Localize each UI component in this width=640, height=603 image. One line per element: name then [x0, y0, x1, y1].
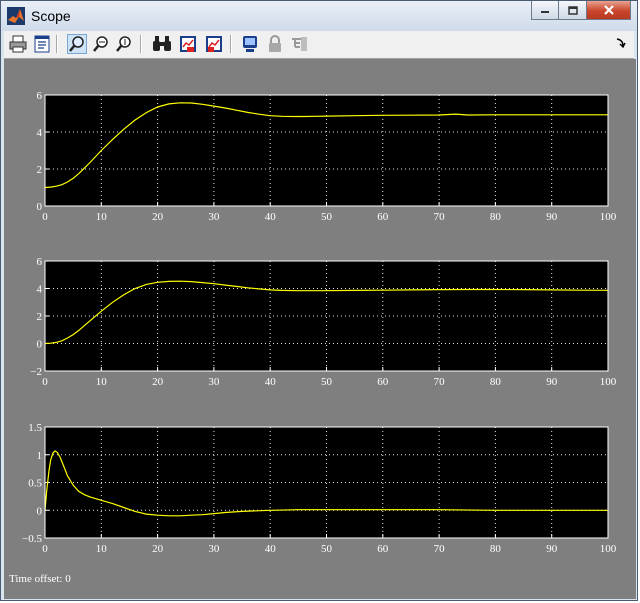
dock-button[interactable]: [616, 37, 626, 51]
zoom-icon: [69, 36, 84, 52]
x-tick-label: 20: [152, 376, 164, 388]
x-tick-label: 60: [377, 211, 389, 223]
plot-area: 0 10 20 30 40 50 60 70 80 90 100 0 2 4 6 0 10 20 30 40 50 60 7…: [4, 59, 636, 599]
window-title: Scope: [31, 8, 71, 24]
signal-selection-button[interactable]: [290, 34, 310, 54]
y-tick-label: 0: [37, 339, 43, 351]
floating-scope-button[interactable]: [240, 34, 260, 54]
maximize-icon: [567, 5, 578, 15]
x-tick-label: 80: [490, 376, 502, 388]
x-tick-label: 20: [152, 211, 164, 223]
scope-window: Scope 0 10 20 30 40 50 60 70 80 90 100 0…: [0, 0, 638, 601]
print-button[interactable]: [8, 34, 28, 54]
x-tick-label: 30: [208, 543, 220, 555]
x-tick-label: 50: [321, 211, 333, 223]
dock-arrow-icon: [616, 38, 626, 49]
x-tick-label: 70: [434, 376, 446, 388]
title-bar[interactable]: Scope: [1, 1, 637, 31]
y-tick-label: 1.5: [28, 422, 42, 434]
x-tick-label: 100: [600, 211, 617, 223]
autoscale-button[interactable]: [152, 34, 172, 54]
zoom-x-icon: [93, 36, 108, 52]
save-axes-button[interactable]: [178, 34, 198, 54]
x-tick-label: 90: [546, 211, 558, 223]
x-tick-label: 90: [546, 376, 558, 388]
signal-selection-icon: [292, 37, 307, 51]
x-tick-label: 0: [42, 376, 48, 388]
window-controls: [531, 1, 631, 20]
x-tick-label: 100: [600, 543, 617, 555]
scope-plots: 0 10 20 30 40 50 60 70 80 90 10002460 10 20 30 40 50 60 7…: [22, 90, 617, 555]
x-tick-label: 10: [96, 376, 108, 388]
zoom-y-icon: [116, 36, 131, 52]
restore-axes-button[interactable]: [204, 34, 224, 54]
x-tick-label: 50: [321, 543, 333, 555]
x-tick-label: 80: [490, 211, 502, 223]
toolbar: [4, 31, 634, 59]
minimize-button[interactable]: [531, 1, 559, 20]
x-tick-label: 30: [208, 376, 220, 388]
x-tick-label: 70: [434, 211, 446, 223]
y-tick-label: −2: [30, 366, 42, 378]
y-tick-label: 6: [37, 256, 43, 268]
x-tick-label: 20: [152, 543, 164, 555]
y-tick-label: 0: [37, 201, 43, 213]
x-tick-label: 0: [42, 543, 48, 555]
binoculars-icon: [153, 36, 171, 51]
x-tick-label: 90: [546, 543, 558, 555]
zoom-x-button[interactable]: [91, 34, 111, 54]
lock-axes-button[interactable]: [265, 34, 285, 54]
save-axes-icon: [180, 36, 196, 52]
time-offset-label: Time offset: 0: [9, 573, 71, 585]
x-tick-label: 40: [265, 211, 277, 223]
toolbar-separator: [140, 35, 142, 53]
printer-icon: [9, 35, 27, 53]
zoom-button[interactable]: [67, 34, 87, 54]
x-tick-label: 40: [265, 543, 277, 555]
x-tick-label: 100: [600, 376, 617, 388]
y-tick-label: 2: [37, 311, 43, 323]
y-tick-label: 2: [37, 164, 43, 176]
x-tick-label: 60: [377, 543, 389, 555]
restore-axes-icon: [206, 36, 222, 52]
scope-axes-1: 0 10 20 30 40 50 60 70 80 90 100 0 2 4 6: [37, 90, 617, 223]
x-tick-label: 50: [321, 376, 333, 388]
floating-scope-icon: [243, 36, 257, 52]
x-tick-label: 40: [265, 376, 277, 388]
x-tick-label: 80: [490, 543, 502, 555]
y-tick-label: 1: [37, 450, 43, 462]
y-tick-label: 4: [37, 127, 43, 139]
parameters-icon: [34, 35, 50, 53]
close-button[interactable]: [587, 1, 631, 20]
scope-axes-2: 0 10 20 30 40 50 60 70 80 90 100−20246: [30, 256, 616, 388]
x-tick-label: 70: [434, 543, 446, 555]
matlab-icon: [7, 7, 25, 25]
x-tick-label: 0: [42, 211, 48, 223]
parameters-button[interactable]: [32, 34, 52, 54]
y-tick-label: 4: [37, 284, 43, 296]
y-tick-label: 0.5: [28, 478, 42, 490]
y-tick-label: 6: [37, 90, 43, 102]
lock-icon: [269, 35, 281, 52]
close-icon: [603, 5, 614, 15]
x-tick-label: 10: [96, 211, 108, 223]
maximize-button[interactable]: [559, 1, 587, 20]
x-tick-label: 10: [96, 543, 108, 555]
x-tick-label: 30: [208, 211, 220, 223]
scope-axes-3: 0 10 20 30 40 50 60 70 80 90 100−0.500.511.5: [22, 422, 617, 555]
x-tick-label: 60: [377, 376, 389, 388]
toolbar-separator: [56, 35, 58, 53]
zoom-y-button[interactable]: [114, 34, 134, 54]
toolbar-separator: [230, 35, 232, 53]
y-tick-label: 0: [37, 505, 43, 517]
y-tick-label: −0.5: [22, 533, 42, 545]
minimize-icon: [541, 11, 549, 13]
